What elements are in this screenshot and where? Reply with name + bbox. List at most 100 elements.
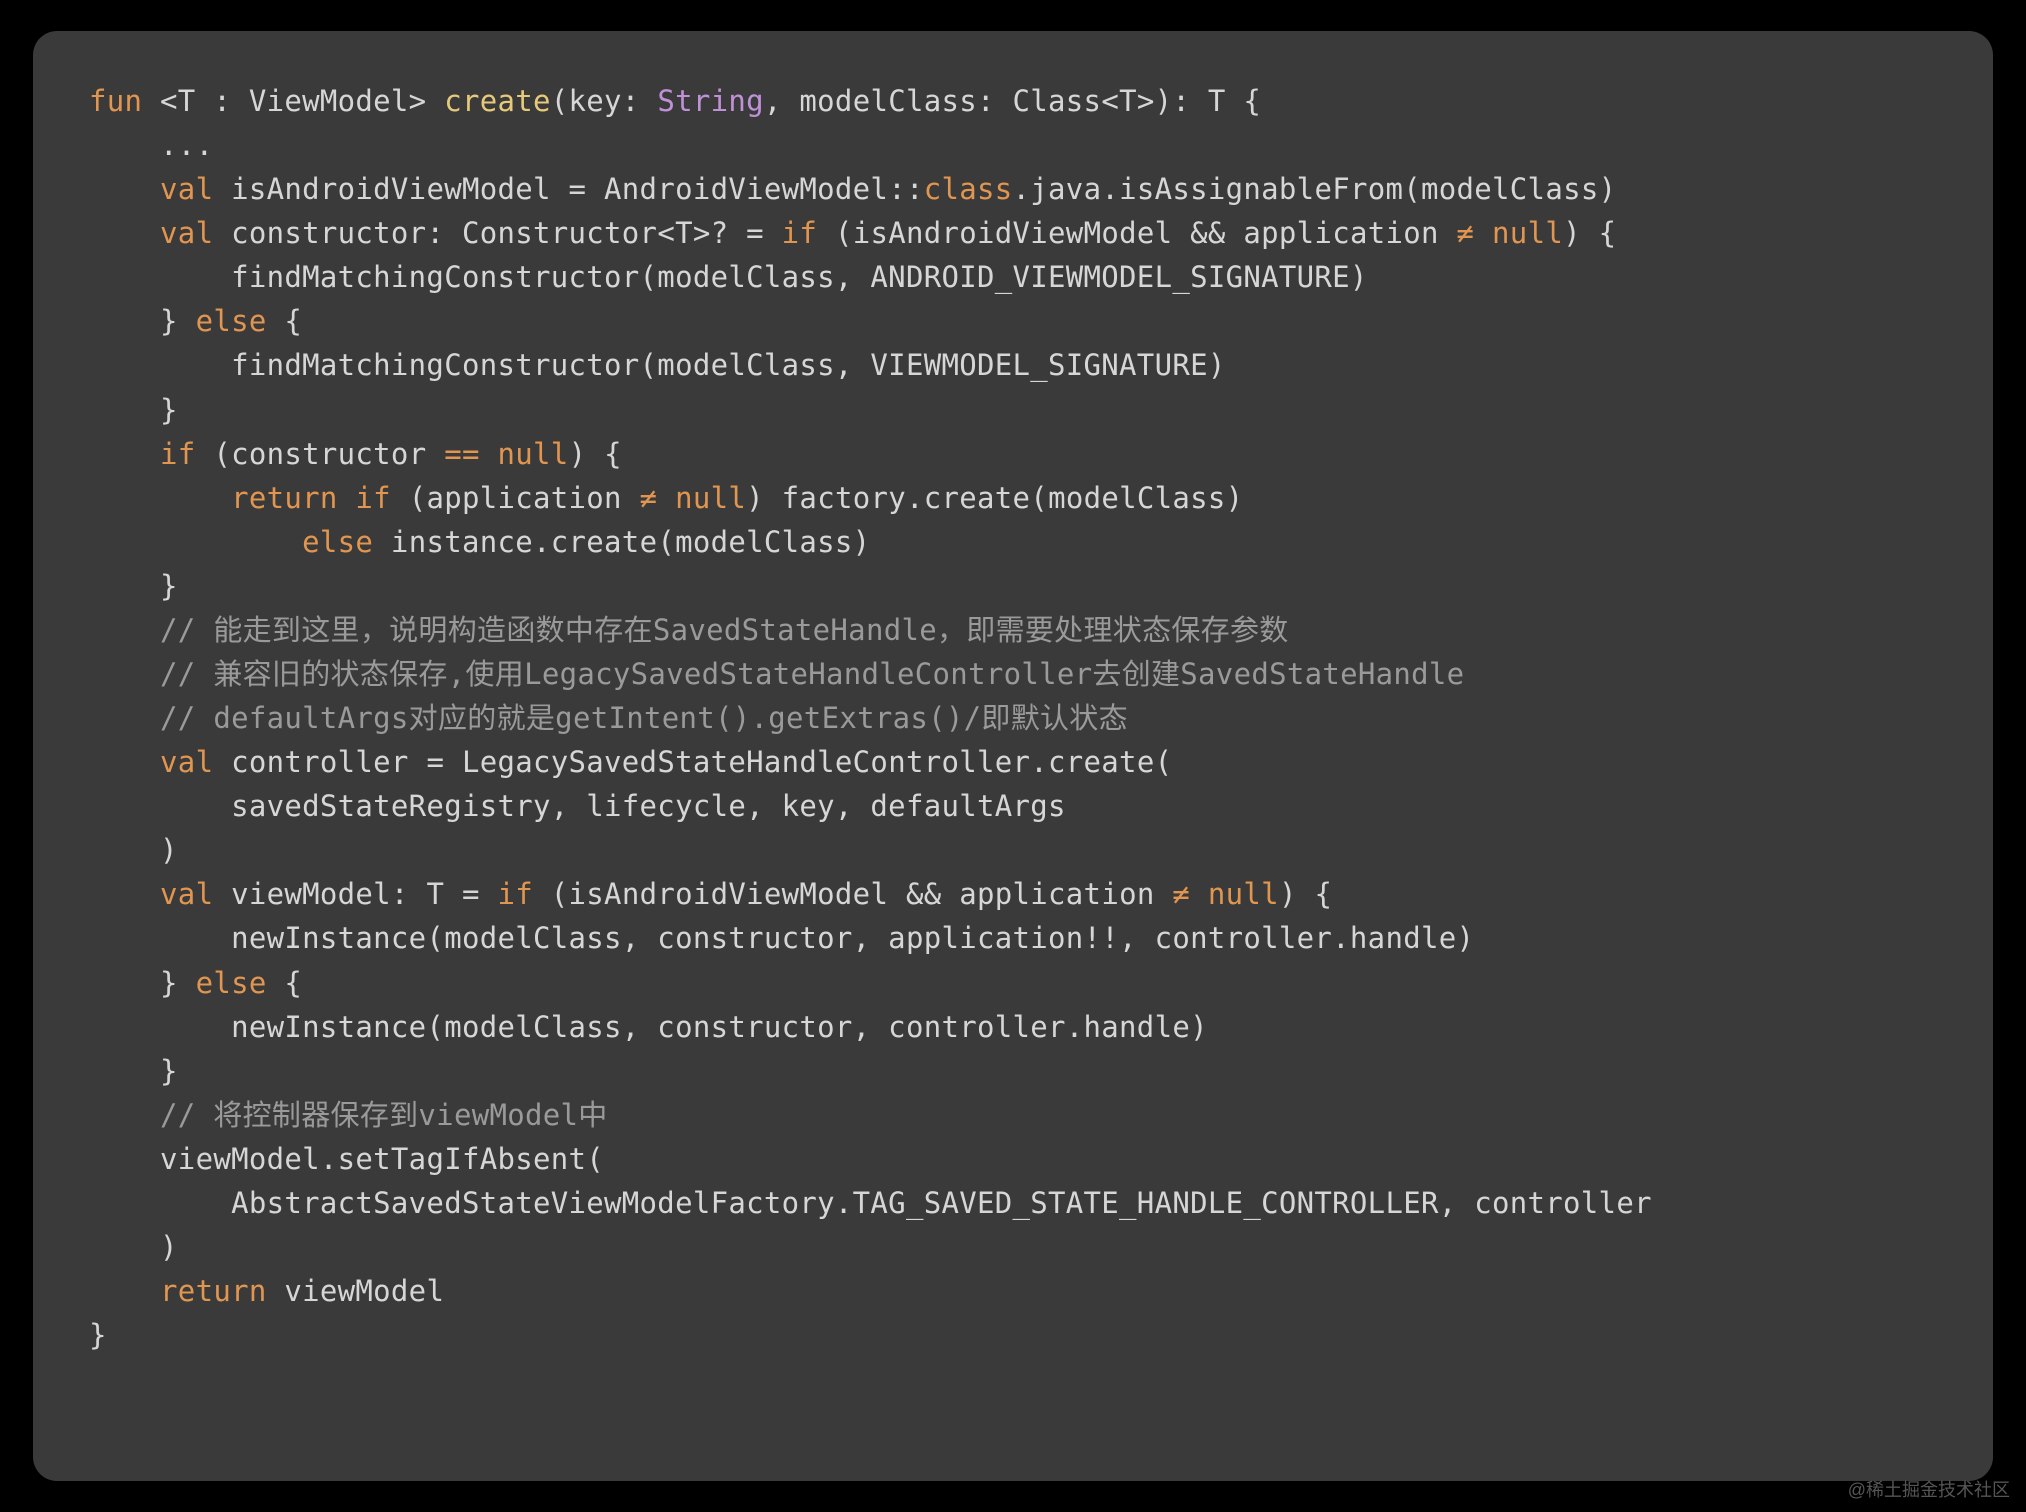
code-token: // 将控制器保存到viewModel中 [160,1098,608,1132]
code-token: (key: [551,84,658,118]
code-token: savedStateRegistry, lifecycle, key, defa… [231,789,1066,823]
code-token: } [160,393,178,427]
code-line: // 兼容旧的状态保存,使用LegacySavedStateHandleCont… [89,657,1464,691]
code-token: } [160,1054,178,1088]
code-token: ) [160,833,178,867]
code-token: instance.create(modelClass) [373,525,870,559]
watermark: @稀土掘金技术社区 [1848,1476,2010,1502]
code-token: } [160,966,196,1000]
code-line: fun <T : ViewModel> create(key: String, … [89,84,1261,118]
code-line: val constructor: Constructor<T>? = if (i… [89,216,1616,250]
code-token: if [782,216,818,250]
code-token: fun [89,84,142,118]
code-token: else [196,304,267,338]
code-token: viewModel [267,1274,445,1308]
code-line: } [89,1318,107,1352]
code-token: else [196,966,267,1000]
code-token: viewModel.setTagIfAbsent( [160,1142,604,1176]
code-token: newInstance(modelClass, constructor, app… [231,921,1474,955]
code-token: viewModel: T = [213,877,497,911]
code-token: (constructor [196,437,445,471]
code-token: <T : ViewModel> [142,84,444,118]
code-token: // defaultArgs对应的就是getIntent().getExtras… [160,701,1128,735]
code-line: AbstractSavedStateViewModelFactory.TAG_S… [89,1186,1652,1220]
code-token: controller = LegacySavedStateHandleContr… [213,745,1172,779]
code-token: return [231,481,338,515]
code-line: ) [89,833,178,867]
code-token: null [675,481,746,515]
code-token: if [497,877,533,911]
code-token: create [444,84,551,118]
code-token: // 能走到这里，说明构造函数中存在SavedStateHandle，即需要处理… [160,613,1289,647]
code-token: if [355,481,391,515]
code-token: findMatchingConstructor(modelClass, ANDR… [231,260,1368,294]
code-line: val controller = LegacySavedStateHandleC… [89,745,1172,779]
code-block: fun <T : ViewModel> create(key: String, … [89,79,1937,1357]
code-token: { [267,304,303,338]
code-line: } [89,569,178,603]
code-token: ≠ [1457,216,1475,250]
code-token: .java.isAssignableFrom(modelClass) [1013,172,1617,206]
code-token: return [160,1274,267,1308]
code-token: null [1208,877,1279,911]
code-line: } [89,393,178,427]
code-token: == [444,437,480,471]
code-card: fun <T : ViewModel> create(key: String, … [33,31,1993,1481]
code-line: savedStateRegistry, lifecycle, key, defa… [89,789,1066,823]
code-line: newInstance(modelClass, constructor, app… [89,921,1474,955]
code-line: return if (application ≠ null) factory.c… [89,481,1243,515]
code-token: } [160,569,178,603]
code-token: ) { [1563,216,1616,250]
code-token: null [498,437,569,471]
code-token: val [160,877,213,911]
code-line: return viewModel [89,1274,444,1308]
code-line: newInstance(modelClass, constructor, con… [89,1010,1208,1044]
code-line: findMatchingConstructor(modelClass, VIEW… [89,348,1226,382]
code-token [480,437,498,471]
code-token: ) { [1279,877,1332,911]
code-line: ) [89,1230,178,1264]
code-token: findMatchingConstructor(modelClass, VIEW… [231,348,1226,382]
code-token: val [160,172,213,206]
code-token: val [160,745,213,779]
code-token [657,481,675,515]
code-token: { [267,966,303,1000]
code-token: constructor: Constructor<T>? = [213,216,781,250]
code-token: String [657,84,764,118]
code-line: } else { [89,304,302,338]
code-token: class [924,172,1013,206]
code-line: val viewModel: T = if (isAndroidViewMode… [89,877,1332,911]
code-token [1190,877,1208,911]
code-token: (application [391,481,640,515]
code-token: } [160,304,196,338]
code-token [1474,216,1492,250]
code-token: , modelClass: Class<T>): T { [764,84,1261,118]
code-token: } [89,1318,107,1352]
code-token: ) [160,1230,178,1264]
code-token: ≠ [640,481,658,515]
code-token: val [160,216,213,250]
code-token: if [160,437,196,471]
code-token: newInstance(modelClass, constructor, con… [231,1010,1208,1044]
code-line: if (constructor == null) { [89,437,622,471]
code-token: ) factory.create(modelClass) [746,481,1243,515]
code-token: AbstractSavedStateViewModelFactory.TAG_S… [231,1186,1652,1220]
code-line: ... [89,128,213,162]
code-token: (isAndroidViewModel && application [817,216,1456,250]
code-line: val isAndroidViewModel = AndroidViewMode… [89,172,1616,206]
code-line: } [89,1054,178,1088]
code-token: isAndroidViewModel = AndroidViewModel:: [213,172,923,206]
code-token: else [302,525,373,559]
code-token: // 兼容旧的状态保存,使用LegacySavedStateHandleCont… [160,657,1464,691]
code-token: ... [160,128,213,162]
code-line: } else { [89,966,302,1000]
code-token: ≠ [1172,877,1190,911]
code-token [338,481,356,515]
code-token: ) { [569,437,622,471]
code-line: else instance.create(modelClass) [89,525,870,559]
code-line: // 能走到这里，说明构造函数中存在SavedStateHandle，即需要处理… [89,613,1289,647]
code-line: // 将控制器保存到viewModel中 [89,1098,608,1132]
code-line: viewModel.setTagIfAbsent( [89,1142,604,1176]
code-line: findMatchingConstructor(modelClass, ANDR… [89,260,1368,294]
code-token: (isAndroidViewModel && application [533,877,1172,911]
